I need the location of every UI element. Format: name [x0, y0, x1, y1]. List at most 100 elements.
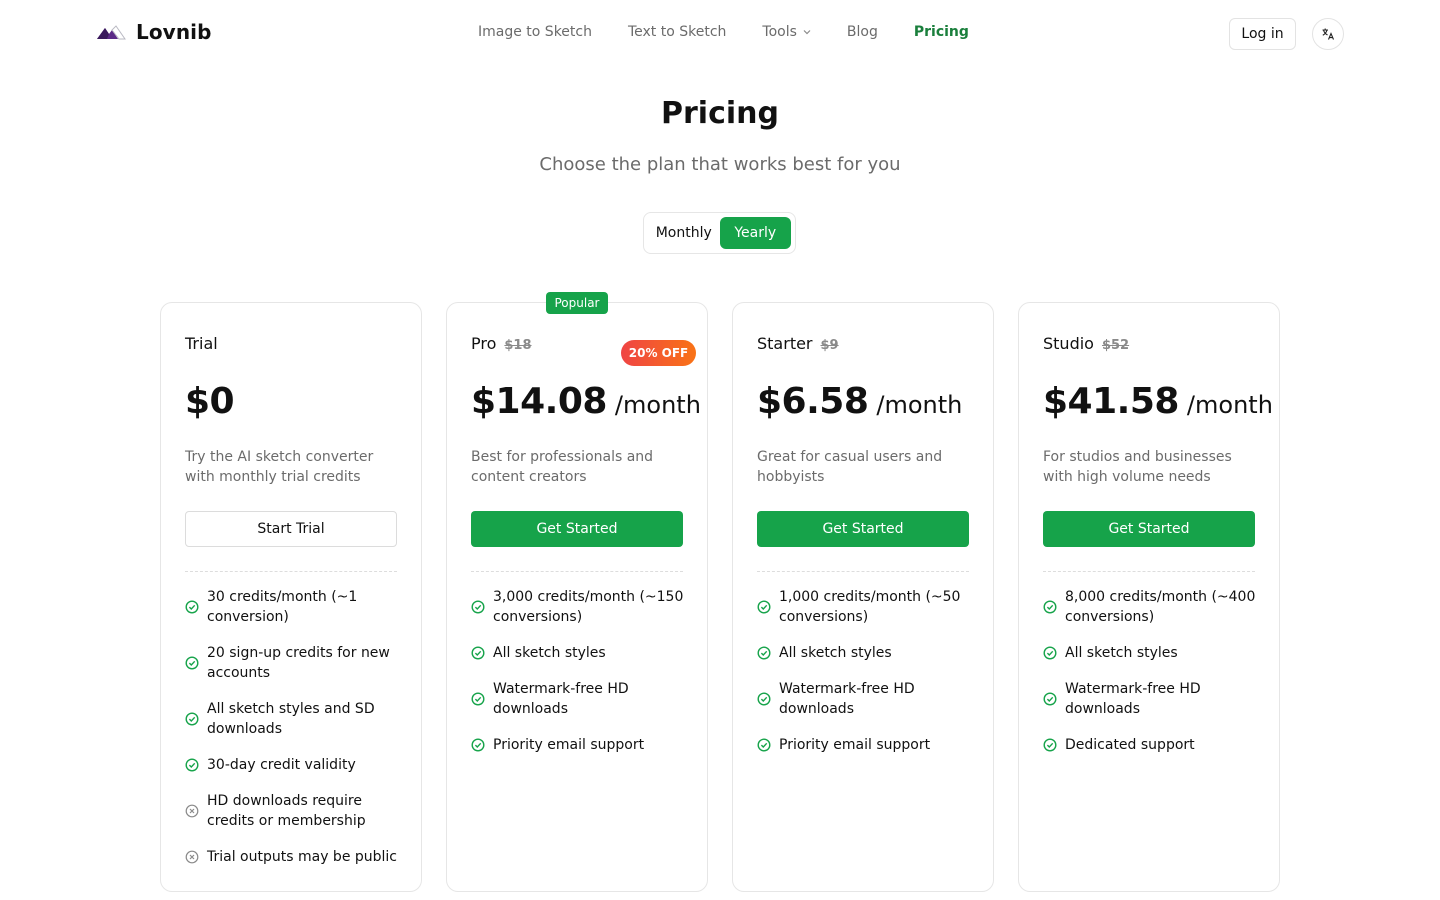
feature-text: HD downloads require credits or membersh… [207, 793, 366, 829]
feature-text: Priority email support [493, 737, 645, 753]
feature-text: All sketch styles [779, 645, 892, 661]
language-button[interactable] [1312, 18, 1344, 50]
feature-item: Watermark-free HD downloads [757, 679, 971, 719]
feature-list: 3,000 credits/month (~150 conversions) Al… [471, 587, 685, 771]
check-circle-icon [185, 600, 199, 614]
nav-image-to-sketch[interactable]: Image to Sketch [478, 24, 592, 40]
price-period: /month [614, 391, 701, 419]
plan-header: Studio $52 [1043, 334, 1129, 353]
x-circle-icon [185, 804, 199, 818]
original-price: $9 [820, 338, 839, 353]
feature-item: Priority email support [471, 735, 685, 755]
original-price: $18 [504, 338, 532, 353]
nav-text-to-sketch[interactable]: Text to Sketch [628, 24, 726, 40]
check-circle-icon [185, 712, 199, 726]
brand-name: Lovnib [136, 20, 212, 44]
discount-badge: 20% OFF [621, 340, 696, 366]
get-started-button[interactable]: Get Started [1043, 511, 1255, 547]
check-circle-icon [185, 656, 199, 670]
check-circle-icon [471, 600, 485, 614]
mountain-logo-icon [96, 23, 126, 41]
check-circle-icon [1043, 738, 1057, 752]
plan-name: Studio [1043, 334, 1094, 353]
feature-text: 30 credits/month (~1 conversion) [207, 589, 358, 625]
feature-text: Watermark-free HD downloads [779, 681, 915, 717]
check-circle-icon [757, 646, 771, 660]
plan-description: Great for casual users and hobbyists [757, 449, 943, 485]
get-started-button[interactable]: Get Started [471, 511, 683, 547]
x-circle-icon [185, 850, 199, 864]
site-header: Lovnib Image to Sketch Text to Sketch To… [0, 0, 1440, 68]
plan-card-starter: Starter $9 $6.58 /month Great for casual… [732, 302, 994, 892]
chevron-down-icon [803, 30, 811, 35]
feature-list: 30 credits/month (~1 conversion) 20 sign-… [185, 587, 399, 883]
plan-price: $41.58 [1043, 381, 1179, 422]
price-period: /month [1186, 391, 1273, 419]
feature-text: Dedicated support [1065, 737, 1195, 753]
nav-blog[interactable]: Blog [847, 24, 878, 40]
feature-text: 30-day credit validity [207, 757, 356, 773]
feature-text: All sketch styles [1065, 645, 1178, 661]
feature-item: 8,000 credits/month (~400 conversions) [1043, 587, 1257, 627]
page-title: Pricing [661, 96, 779, 131]
plan-card-pro: Pro $18 20% OFF $14.08 /month Best for p… [446, 302, 708, 892]
plan-header: Pro $18 [471, 334, 532, 353]
billing-yearly-option[interactable]: Yearly [719, 217, 791, 249]
feature-item: 3,000 credits/month (~150 conversions) [471, 587, 685, 627]
billing-monthly-option[interactable]: Monthly [648, 217, 720, 249]
login-button[interactable]: Log in [1229, 18, 1296, 50]
translate-icon [1322, 28, 1335, 40]
feature-item: Dedicated support [1043, 735, 1257, 755]
feature-item: All sketch styles [471, 643, 685, 663]
feature-item: Priority email support [757, 735, 971, 755]
feature-item: All sketch styles [1043, 643, 1257, 663]
feature-list: 8,000 credits/month (~400 conversions) Al… [1043, 587, 1257, 771]
feature-item: 30 credits/month (~1 conversion) [185, 587, 399, 627]
price-row: $6.58 /month [757, 381, 962, 422]
main-nav: Image to Sketch Text to Sketch Tools Blo… [478, 24, 1005, 40]
plan-price: $14.08 [471, 381, 607, 422]
nav-tools[interactable]: Tools [762, 24, 811, 40]
feature-text: Watermark-free HD downloads [493, 681, 629, 717]
feature-text: Priority email support [779, 737, 931, 753]
check-circle-icon [1043, 600, 1057, 614]
nav-tools-label: Tools [762, 24, 797, 40]
nav-pricing[interactable]: Pricing [914, 24, 969, 40]
billing-toggle: Monthly Yearly [643, 212, 796, 254]
plan-name: Pro [471, 334, 497, 353]
feature-item: Trial outputs may be public [185, 847, 399, 867]
brand-logo[interactable]: Lovnib [96, 20, 212, 44]
feature-item: All sketch styles [757, 643, 971, 663]
feature-item: Watermark-free HD downloads [471, 679, 685, 719]
check-circle-icon [471, 692, 485, 706]
feature-text: 8,000 credits/month (~400 conversions) [1065, 589, 1256, 625]
feature-item: 20 sign-up credits for new accounts [185, 643, 399, 683]
plan-name: Starter [757, 334, 813, 353]
get-started-button[interactable]: Get Started [757, 511, 969, 547]
feature-text: 3,000 credits/month (~150 conversions) [493, 589, 684, 625]
card-divider [757, 571, 969, 572]
feature-text: 20 sign-up credits for new accounts [207, 645, 390, 681]
price-row: $0 [185, 381, 235, 422]
check-circle-icon [185, 758, 199, 772]
plan-description: Best for professionals and content creat… [471, 449, 654, 485]
plan-description: For studios and businesses with high vol… [1043, 449, 1232, 485]
feature-text: All sketch styles [493, 645, 606, 661]
plan-header: Starter $9 [757, 334, 839, 353]
feature-item: HD downloads require credits or membersh… [185, 791, 399, 831]
price-row: $41.58 /month [1043, 381, 1273, 422]
check-circle-icon [1043, 646, 1057, 660]
plan-price: $0 [185, 381, 235, 422]
page-subtitle: Choose the plan that works best for you [539, 154, 901, 175]
feature-item: 1,000 credits/month (~50 conversions) [757, 587, 971, 627]
price-period: /month [876, 391, 963, 419]
check-circle-icon [757, 600, 771, 614]
feature-text: Watermark-free HD downloads [1065, 681, 1201, 717]
start-trial-button[interactable]: Start Trial [185, 511, 397, 547]
check-circle-icon [757, 692, 771, 706]
plan-header: Trial [185, 334, 218, 353]
feature-text: 1,000 credits/month (~50 conversions) [779, 589, 961, 625]
plan-name: Trial [185, 334, 218, 353]
plan-card-trial: Trial $0 Try the AI sketch converter wit… [160, 302, 422, 892]
feature-list: 1,000 credits/month (~50 conversions) All… [757, 587, 971, 771]
